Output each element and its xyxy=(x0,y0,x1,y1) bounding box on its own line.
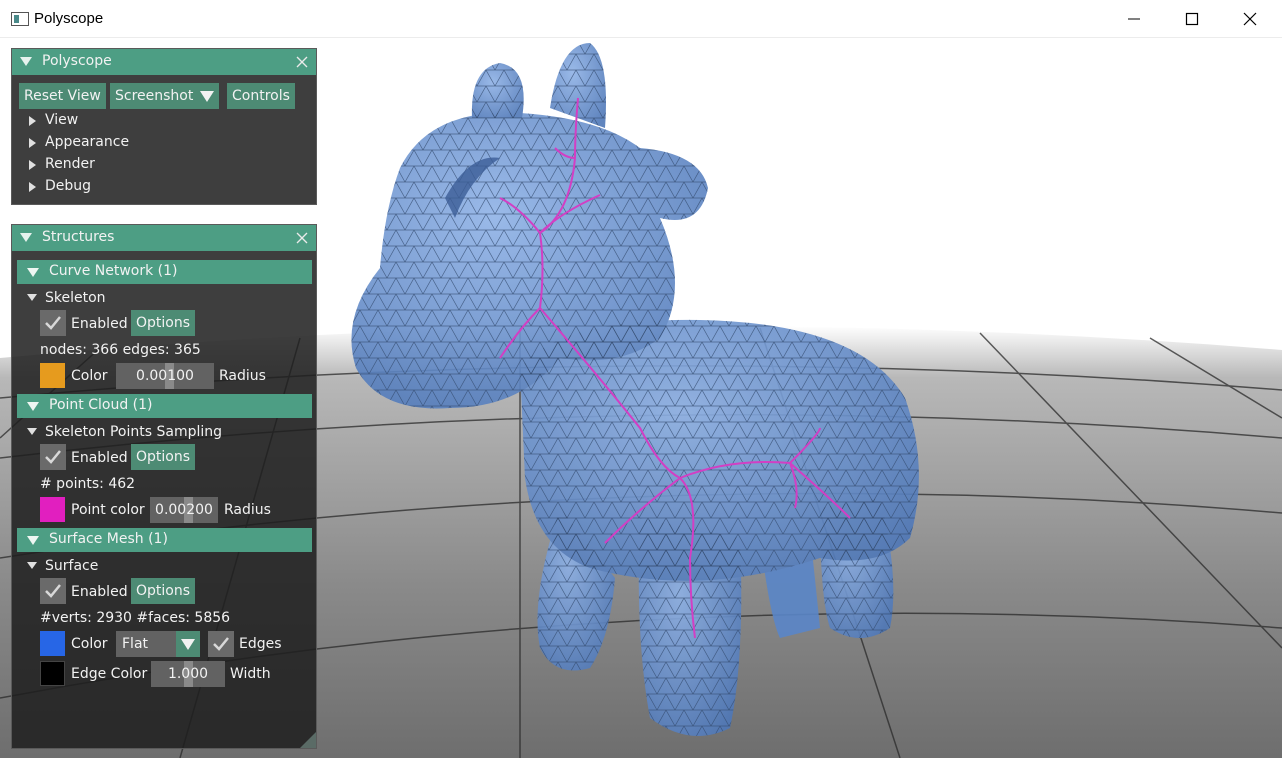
point-cloud-header-label: Point Cloud (1) xyxy=(49,397,153,413)
edge-width-slider[interactable]: 1.000 xyxy=(151,661,225,687)
radius-value: 0.00200 xyxy=(155,502,213,518)
tree-item-render[interactable]: Render xyxy=(45,156,95,172)
tree-item-appearance[interactable]: Appearance xyxy=(45,134,129,150)
expand-arrow-icon[interactable] xyxy=(29,138,36,148)
edge-color-swatch[interactable] xyxy=(40,661,65,686)
enabled-label: Enabled xyxy=(71,316,128,332)
minimize-button[interactable] xyxy=(1105,0,1163,37)
collapse-arrow-icon[interactable] xyxy=(20,57,32,66)
reset-view-button[interactable]: Reset View xyxy=(19,83,106,109)
shade-mode-select[interactable]: Flat xyxy=(116,631,200,657)
checkmark-icon xyxy=(45,584,61,598)
structures-panel-header[interactable]: Structures xyxy=(12,225,316,251)
screenshot-button[interactable]: Screenshot xyxy=(110,83,199,109)
structures-panel-title: Structures xyxy=(42,229,115,245)
polyscope-panel-header[interactable]: Polyscope xyxy=(12,49,316,75)
minimize-icon xyxy=(1128,18,1140,20)
point-color-label: Point color xyxy=(71,502,145,518)
surface-enabled-checkbox[interactable] xyxy=(40,578,66,604)
skeleton-options-button[interactable]: Options xyxy=(131,310,196,336)
enabled-label: Enabled xyxy=(71,450,128,466)
enabled-label: Enabled xyxy=(71,584,128,600)
panel-resize-grip[interactable] xyxy=(300,732,316,748)
dropdown-arrow-icon[interactable] xyxy=(176,631,200,657)
maximize-button[interactable] xyxy=(1163,0,1221,37)
skeleton-radius-slider[interactable]: 0.00100 xyxy=(116,363,214,389)
window-titlebar: Polyscope xyxy=(0,0,1282,38)
dropdown-arrow-icon xyxy=(200,91,214,102)
polyscope-panel-title: Polyscope xyxy=(42,53,112,69)
radius-value: 0.00100 xyxy=(136,368,194,384)
width-label: Width xyxy=(230,666,271,682)
color-label: Color xyxy=(71,368,108,384)
collapse-arrow-icon xyxy=(27,536,39,545)
surface-mesh-stats: #verts: 2930 #faces: 5856 xyxy=(40,610,231,626)
radius-label: Radius xyxy=(219,368,266,384)
close-icon[interactable] xyxy=(295,55,309,69)
shade-mode-value: Flat xyxy=(122,636,149,652)
checkmark-icon xyxy=(45,316,61,330)
curve-network-stats: nodes: 366 edges: 365 xyxy=(40,342,201,358)
collapse-arrow-icon[interactable] xyxy=(27,294,37,301)
close-icon xyxy=(1243,12,1257,26)
maximize-icon xyxy=(1185,12,1199,26)
expand-arrow-icon[interactable] xyxy=(29,116,36,126)
tree-item-view[interactable]: View xyxy=(45,112,78,128)
collapse-arrow-icon[interactable] xyxy=(20,233,32,242)
expand-arrow-icon[interactable] xyxy=(29,160,36,170)
surface-color-swatch[interactable] xyxy=(40,631,65,656)
surface-mesh-section-header[interactable]: Surface Mesh (1) xyxy=(17,528,312,552)
surface-structure-name[interactable]: Surface xyxy=(45,558,98,574)
point-color-swatch[interactable] xyxy=(40,497,65,522)
radius-label: Radius xyxy=(224,502,271,518)
points-enabled-checkbox[interactable] xyxy=(40,444,66,470)
edge-color-label: Edge Color xyxy=(71,666,148,682)
skeleton-color-swatch[interactable] xyxy=(40,363,65,388)
close-window-button[interactable] xyxy=(1221,0,1279,37)
points-options-button[interactable]: Options xyxy=(131,444,196,470)
color-label: Color xyxy=(71,636,108,652)
curve-network-section-header[interactable]: Curve Network (1) xyxy=(17,260,312,284)
polyscope-panel: Polyscope Reset View Screenshot Controls… xyxy=(11,48,317,205)
collapse-arrow-icon xyxy=(27,268,39,277)
collapse-arrow-icon xyxy=(27,402,39,411)
tree-item-debug[interactable]: Debug xyxy=(45,178,91,194)
edges-label: Edges xyxy=(239,636,282,652)
collapse-arrow-icon[interactable] xyxy=(27,428,37,435)
curve-network-header-label: Curve Network (1) xyxy=(49,263,178,279)
collapse-arrow-icon[interactable] xyxy=(27,562,37,569)
screenshot-options-dropdown[interactable] xyxy=(195,83,219,109)
checkmark-icon xyxy=(45,450,61,464)
app-icon xyxy=(11,12,29,26)
window-title: Polyscope xyxy=(34,10,104,27)
expand-arrow-icon[interactable] xyxy=(29,182,36,192)
points-radius-slider[interactable]: 0.00200 xyxy=(150,497,218,523)
surface-mesh-header-label: Surface Mesh (1) xyxy=(49,531,168,547)
skeleton-structure-name[interactable]: Skeleton xyxy=(45,290,106,306)
point-cloud-stats: # points: 462 xyxy=(40,476,136,492)
edges-checkbox[interactable] xyxy=(208,631,234,657)
width-value: 1.000 xyxy=(167,666,209,682)
surface-options-button[interactable]: Options xyxy=(131,578,196,604)
controls-button[interactable]: Controls xyxy=(227,83,295,109)
structures-panel: Structures Curve Network (1) Skeleton En… xyxy=(11,224,317,749)
close-icon[interactable] xyxy=(295,231,309,245)
points-structure-name[interactable]: Skeleton Points Sampling xyxy=(45,424,222,440)
checkmark-icon xyxy=(213,637,229,651)
skeleton-enabled-checkbox[interactable] xyxy=(40,310,66,336)
point-cloud-section-header[interactable]: Point Cloud (1) xyxy=(17,394,312,418)
